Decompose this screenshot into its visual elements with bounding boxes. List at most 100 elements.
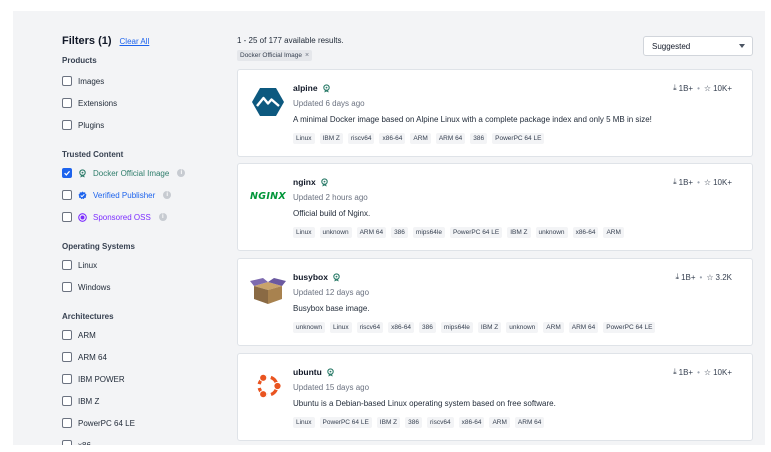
filter-verified-publisher[interactable]: Verified Publisher i: [62, 184, 212, 206]
result-card-nginx[interactable]: NGINX nginx Updated 2 hours ago Official…: [237, 163, 753, 251]
filter-label: Linux: [78, 260, 98, 270]
card-name[interactable]: alpine: [293, 83, 318, 93]
filter-ibm-power[interactable]: IBM POWER: [62, 368, 212, 390]
star-icon: ☆: [703, 367, 712, 377]
checkbox[interactable]: [62, 418, 72, 428]
arch-tag: Linux: [293, 133, 315, 144]
arch-tag: IBM Z: [507, 227, 531, 238]
filter-windows[interactable]: Windows: [62, 276, 212, 298]
arch-tag: ARM 64: [568, 322, 599, 333]
checkbox[interactable]: [62, 190, 72, 200]
checkbox[interactable]: [62, 352, 72, 362]
result-card-busybox[interactable]: busybox Updated 12 days ago Busybox base…: [237, 258, 753, 346]
sort-dropdown[interactable]: Suggested: [643, 36, 753, 56]
result-card-alpine[interactable]: alpine Updated 6 days ago A minimal Dock…: [237, 69, 753, 157]
chip-remove-icon[interactable]: ×: [305, 52, 309, 59]
arch-tag: unknown: [535, 227, 568, 238]
checkbox[interactable]: [62, 396, 72, 406]
result-card-ubuntu[interactable]: ubuntu Updated 15 days ago Ubuntu is a D…: [237, 353, 753, 441]
card-description: Ubuntu is a Debian-based Linux operating…: [293, 399, 556, 408]
arch-tag: 386: [391, 227, 408, 238]
filter-extensions[interactable]: Extensions: [62, 92, 212, 114]
arch-tag: Linux: [293, 417, 315, 428]
sort-selected-value: Suggested: [652, 41, 691, 51]
info-icon[interactable]: i: [163, 191, 172, 199]
separator-dot: •: [697, 177, 700, 187]
checkbox-checked[interactable]: [62, 168, 72, 178]
filters-header: Filters (1) Clear All: [62, 35, 212, 51]
busybox-logo-icon: [250, 278, 286, 304]
downloads-count: 1B+: [678, 177, 694, 187]
stars-count: 10K+: [713, 83, 732, 93]
arch-tag: PowerPC 64 LE: [319, 417, 372, 428]
filter-plugins[interactable]: Plugins: [62, 114, 212, 136]
docker-official-badge-icon: [320, 177, 328, 186]
filter-ibm-z[interactable]: IBM Z: [62, 390, 212, 412]
checkbox[interactable]: [62, 374, 72, 384]
arch-tag: riscv64: [356, 322, 384, 333]
filter-label: x86: [78, 440, 91, 446]
arch-tag: 386: [419, 322, 436, 333]
busybox-logo: [250, 273, 286, 309]
card-tags: Linux unknown ARM 64 386 mips64le PowerP…: [293, 227, 624, 238]
download-icon: ⤓: [673, 367, 677, 376]
alpine-logo: [250, 84, 286, 120]
separator-dot: •: [697, 83, 700, 93]
arch-tag: PowerPC 64 LE: [492, 133, 545, 144]
card-name[interactable]: nginx: [293, 177, 316, 187]
checkbox[interactable]: [62, 76, 72, 86]
filter-arm[interactable]: ARM: [62, 324, 212, 346]
filter-docker-official-image[interactable]: Docker Official Image i: [62, 162, 212, 184]
filter-sponsored-oss[interactable]: Sponsored OSS i: [62, 206, 212, 228]
filter-label: Extensions: [78, 98, 118, 108]
filter-powerpc-64-le[interactable]: PowerPC 64 LE: [62, 412, 212, 434]
checkbox[interactable]: [62, 440, 72, 445]
card-stats: ⤓ 1B+ • ☆ 10K+: [673, 367, 732, 377]
verified-publisher-badge-icon: [78, 190, 87, 199]
card-name[interactable]: busybox: [293, 272, 328, 282]
checkbox[interactable]: [62, 98, 72, 108]
arch-tag: mips64le: [412, 227, 445, 238]
clear-all-link[interactable]: Clear All: [120, 37, 150, 46]
card-name[interactable]: ubuntu: [293, 367, 322, 377]
arch-tag: x86-64: [458, 417, 485, 428]
filter-arm-64[interactable]: ARM 64: [62, 346, 212, 368]
card-stats: ⤓ 1B+ • ☆ 10K+: [673, 177, 732, 187]
arch-tag: ARM: [489, 417, 510, 428]
card-description: Busybox base image.: [293, 304, 370, 313]
checkbox[interactable]: [62, 330, 72, 340]
filter-label: IBM Z: [78, 396, 100, 406]
checkbox[interactable]: [62, 260, 72, 270]
downloads-stat: ⤓ 1B+: [676, 272, 696, 282]
card-updated: Updated 12 days ago: [293, 288, 370, 297]
separator-dot: •: [699, 272, 703, 282]
card-updated: Updated 15 days ago: [293, 383, 370, 392]
arch-tag: 386: [470, 133, 488, 144]
card-tags: Linux IBM Z riscv64 x86-64 ARM ARM 64 38…: [293, 133, 545, 144]
stars-stat: ☆ 10K+: [704, 178, 732, 187]
checkbox[interactable]: [62, 212, 72, 222]
card-description: Official build of Nginx.: [293, 209, 371, 218]
arch-tag: riscv64: [427, 417, 454, 428]
filter-label: Sponsored OSS: [93, 212, 151, 222]
arch-tag: x86-64: [572, 227, 599, 238]
checkbox[interactable]: [62, 120, 72, 130]
info-icon[interactable]: i: [177, 169, 186, 177]
card-tags: unknown Linux riscv64 x86-64 386 mips64l…: [293, 322, 656, 333]
card-title-row: ubuntu: [293, 367, 335, 377]
arch-tag: ARM 64: [356, 227, 387, 238]
stars-stat: ☆ 10K+: [704, 368, 732, 377]
alpine-logo-icon: [252, 88, 284, 116]
filter-images[interactable]: Images: [62, 70, 212, 92]
filter-label: ARM 64: [78, 352, 107, 362]
stars-count: 3.2K: [715, 272, 732, 282]
ubuntu-logo-icon: [257, 373, 282, 399]
checkbox[interactable]: [62, 282, 72, 292]
filter-linux[interactable]: Linux: [62, 254, 212, 276]
filters-title: Filters (1): [62, 35, 112, 47]
nginx-logo-wordmark: NGINX: [249, 190, 287, 202]
info-icon[interactable]: i: [158, 213, 167, 221]
card-stats: ⤓ 1B+ • ☆ 10K+: [673, 83, 732, 93]
chevron-down-icon: [739, 44, 745, 48]
filter-x86[interactable]: x86: [62, 434, 212, 445]
